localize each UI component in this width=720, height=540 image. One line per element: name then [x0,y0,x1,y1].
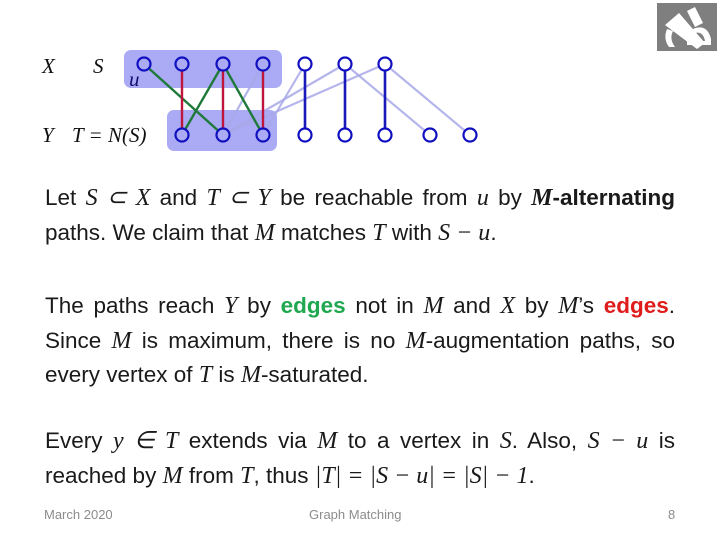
text: -saturated. [260,362,369,387]
vertex-y4 [297,127,313,143]
text: and [150,185,207,210]
text: not in [345,293,424,318]
text: , thus [253,462,315,488]
math: u [476,185,489,211]
math: S [499,428,512,454]
math: S ⊂ X [85,185,151,211]
footer-page-number: 8 [668,507,676,522]
paragraph-1: Let S ⊂ X and T ⊂ Y be reachable from u … [45,181,675,250]
math: T [198,362,213,388]
math: M [240,362,261,388]
vertex-x7 [377,56,393,72]
text: . [490,219,497,245]
math: M [254,219,275,246]
label-T-equals-NS: T = N(S) [72,123,147,147]
math: M [558,293,579,319]
bold-term: -alternating [552,185,675,210]
text: with [385,219,439,245]
math: T ⊂ Y [206,185,271,211]
math-bold: M [531,185,553,211]
math: S − u [587,428,649,454]
red-edges-term: edges [603,293,669,318]
label-Y: Y [42,123,54,147]
text: . Also, [511,428,588,453]
paragraph-2: The paths reach Y by edges not in M and … [45,289,675,393]
footer-date: March 2020 [44,507,113,522]
math: M [317,428,338,454]
math: S − u [438,219,491,246]
edge-x7-y8 [384,63,471,136]
text: extends via [178,428,318,453]
text: from [182,462,241,488]
text: by [515,293,559,318]
text: Let [45,185,86,210]
math: M [423,293,444,319]
vertex-x3 [215,56,231,72]
label-S: S [93,54,104,78]
text: be reachable from [270,185,477,210]
text: to a vertex in [337,428,500,453]
math: M [405,327,426,354]
vertex-y7 [422,127,438,143]
text: The paths reach [45,293,225,318]
vertex-x2 [174,56,190,72]
text: by [488,185,532,210]
footer-title: Graph Matching [309,507,402,522]
university-logo-icon [665,7,711,49]
math: M [111,327,132,354]
text: and [443,293,501,318]
text: ’s [578,293,604,318]
vertex-x5 [297,56,313,72]
vertex-x4 [255,56,271,72]
label-u: u [129,67,140,91]
text: matches [274,219,373,245]
math: Y [224,293,238,319]
math: T [240,462,254,489]
text: by [237,293,281,318]
math: |T| = |S − u| = |S| − 1 [314,462,529,489]
math: M [162,462,183,489]
vertex-y2 [215,127,231,143]
text: paths. We claim that [45,219,255,245]
math: X [500,293,516,319]
math: T [372,219,386,246]
text: Every [45,428,113,453]
university-logo [657,3,717,51]
paragraph-3: Every y ∈ T extends via M to a vertex in… [45,424,675,493]
math: y ∈ T [112,428,179,454]
vertex-y5 [337,127,353,143]
vertex-y3 [255,127,271,143]
text: is [212,362,241,387]
text: is maximum, there is no [131,327,406,353]
vertex-y1 [174,127,190,143]
label-X: X [42,54,55,78]
edge-x6-y7 [344,63,431,136]
text: . [528,462,535,488]
vertex-y6 [377,127,393,143]
vertex-y8 [462,127,478,143]
green-edges-term: edges [280,293,346,318]
vertex-x6 [337,56,353,72]
